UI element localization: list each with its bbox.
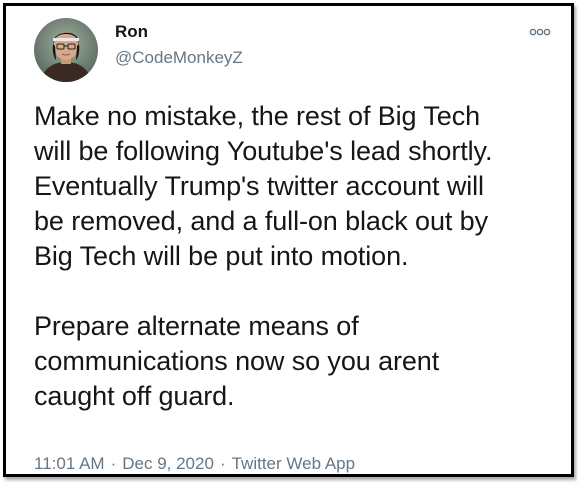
more-options-icon[interactable] [529,24,551,36]
tweet-time[interactable]: 11:01 AM [34,454,105,473]
tweet-source[interactable]: Twitter Web App [232,454,355,473]
avatar-photo-icon [34,18,98,82]
user-handle[interactable]: @CodeMonkeyZ [115,48,243,68]
tweet-date[interactable]: Dec 9, 2020 [122,454,214,473]
tweet-metadata: 11:01 AM · Dec 9, 2020 · Twitter Web App [34,454,355,474]
avatar[interactable] [34,18,98,82]
tweet-card[interactable]: Ron @CodeMonkeyZ Make no mistake, the re… [6,6,571,474]
separator: · [110,454,117,473]
tweet-frame: Ron @CodeMonkeyZ Make no mistake, the re… [3,3,574,477]
display-name[interactable]: Ron [115,22,148,42]
separator: · [219,454,226,473]
tweet-text: Make no mistake, the rest of Big Tech wi… [34,101,493,411]
